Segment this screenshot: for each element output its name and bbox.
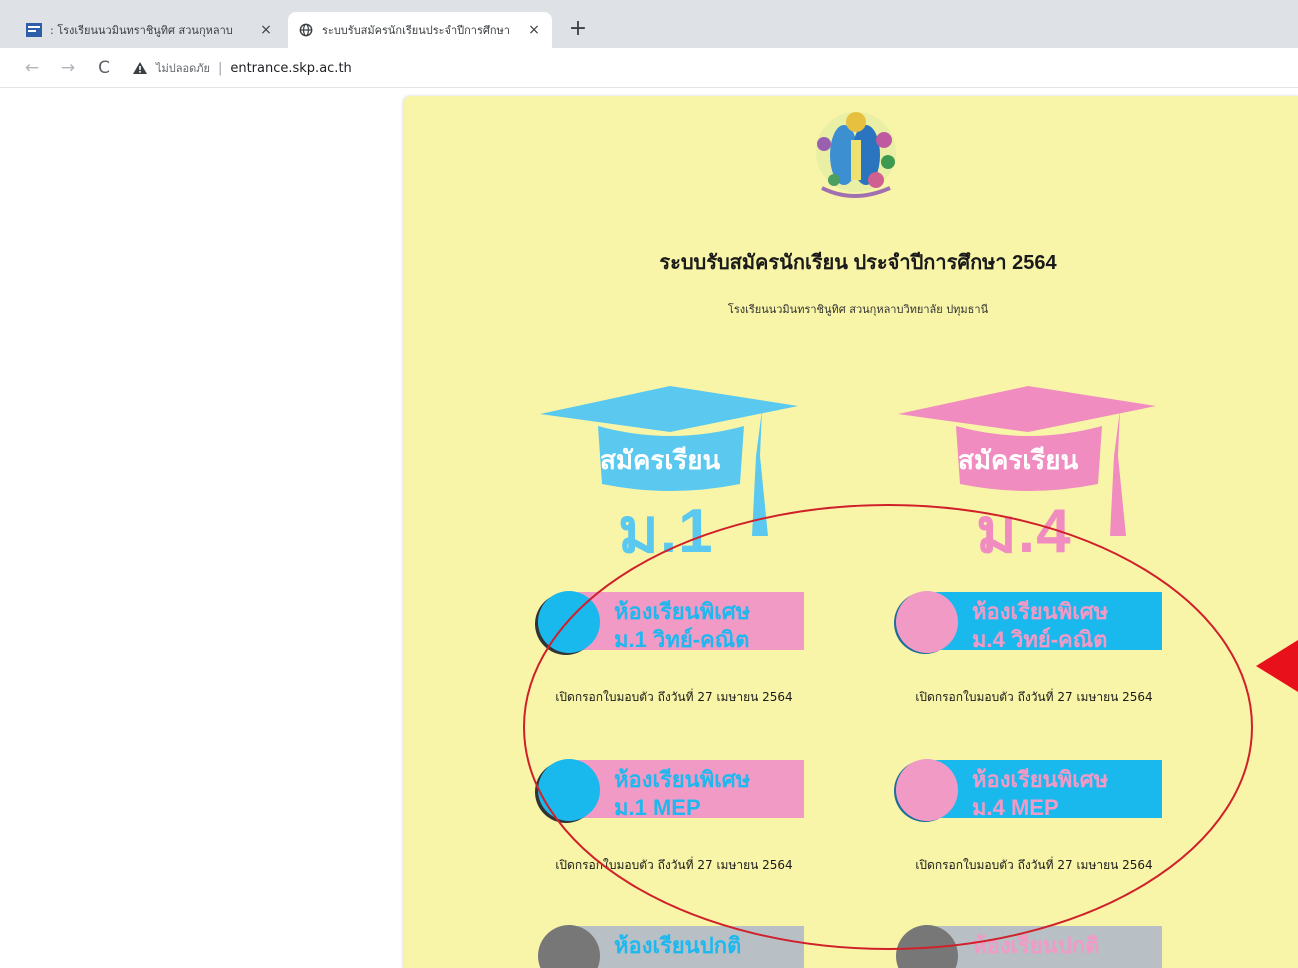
m4-mep-deadline: เปิดกรอกใบมอบตัว ถึงวันที่ 27 เมษายน 256… [915,858,1153,872]
room-program-label: ม.4 วิทย์-คณิต [972,627,1108,652]
page-viewport: ระบบรับสมัครนักเรียน ประจำปีการศึกษา 256… [0,88,1298,968]
grade-label-m4: ม.4 [976,497,1072,566]
url-text[interactable]: entrance.skp.ac.th [230,61,351,76]
room-program-label: ม.1 MEP [614,795,701,820]
school-emblem-logo [816,112,896,198]
apply-m4-banner[interactable]: สมัครเรียน ม.4 [898,386,1158,566]
m1-regular-button[interactable]: ห้องเรียนปกติ [538,922,810,968]
school-site-favicon [26,23,42,37]
browser-toolbar: ← → C ไม่ปลอดภัย | entrance.skp.ac.th [0,48,1298,88]
apply-m1-banner[interactable]: สมัครเรียน ม.1 [540,386,800,566]
reload-button[interactable]: C [92,56,116,80]
not-secure-label[interactable]: ไม่ปลอดภัย [156,59,210,77]
forward-button[interactable]: → [56,56,80,80]
globe-icon [299,23,313,37]
m4-mep-button[interactable]: ห้องเรียนพิเศษ ม.4 MEP [896,756,1168,822]
bullet-circle [896,591,958,653]
room-program-label: ม.1 วิทย์-คณิต [614,627,750,652]
tab-entrance-system[interactable]: ระบบรับสมัครนักเรียนประจำปีการศึกษา × [288,12,552,48]
tab-title: : โรงเรียนนวมินทราชินูทิศ สวนกุหลาบ [50,24,233,37]
apply-label: สมัครเรียน [958,445,1079,475]
close-tab-icon[interactable]: × [258,22,274,38]
tab-school-website[interactable]: : โรงเรียนนวมินทราชินูทิศ สวนกุหลาบ × [16,12,284,48]
bullet-circle [896,759,958,821]
warning-icon[interactable] [132,61,148,75]
bullet-circle [538,591,600,653]
page-title: ระบบรับสมัครนักเรียน ประจำปีการศึกษา 256… [659,252,1057,274]
browser-window: : โรงเรียนนวมินทราชินูทิศ สวนกุหลาบ × ระ… [0,0,1298,968]
apply-label: สมัครเรียน [600,445,721,475]
room-program-label: ม.4 MEP [972,795,1059,820]
tab-title: ระบบรับสมัครนักเรียนประจำปีการศึกษา [322,24,510,37]
grade-label-m1: ม.1 [618,497,714,566]
room-type-label: ห้องเรียนปกติ [614,933,742,958]
bullet-circle [538,759,600,821]
m1-sci-math-button[interactable]: ห้องเรียนพิเศษ ม.1 วิทย์-คณิต [538,588,810,654]
m1-mep-deadline: เปิดกรอกใบมอบตัว ถึงวันที่ 27 เมษายน 256… [555,858,793,872]
m1-sci-math-deadline: เปิดกรอกใบมอบตัว ถึงวันที่ 27 เมษายน 256… [555,690,793,704]
m4-sci-math-button[interactable]: ห้องเรียนพิเศษ ม.4 วิทย์-คณิต [896,588,1168,654]
m4-regular-button[interactable]: ห้องเรียนปกติ [896,922,1168,968]
url-separator: | [217,60,223,76]
new-tab-button[interactable]: + [566,16,590,41]
close-tab-icon[interactable]: × [526,22,542,38]
m1-mep-button[interactable]: ห้องเรียนพิเศษ ม.1 MEP [538,756,810,822]
tab-strip: : โรงเรียนนวมินทราชินูทิศ สวนกุหลาบ × ระ… [0,0,1298,48]
room-type-label: ห้องเรียนปกติ [972,933,1100,958]
entrance-card: ระบบรับสมัครนักเรียน ประจำปีการศึกษา 256… [404,96,1298,968]
school-name: โรงเรียนนวมินทราชินูทิศ สวนกุหลาบวิทยาลั… [727,303,989,316]
address-bar[interactable]: ไม่ปลอดภัย | entrance.skp.ac.th [132,56,1282,80]
back-button[interactable]: ← [20,56,44,80]
m4-sci-math-deadline: เปิดกรอกใบมอบตัว ถึงวันที่ 27 เมษายน 256… [915,690,1153,704]
